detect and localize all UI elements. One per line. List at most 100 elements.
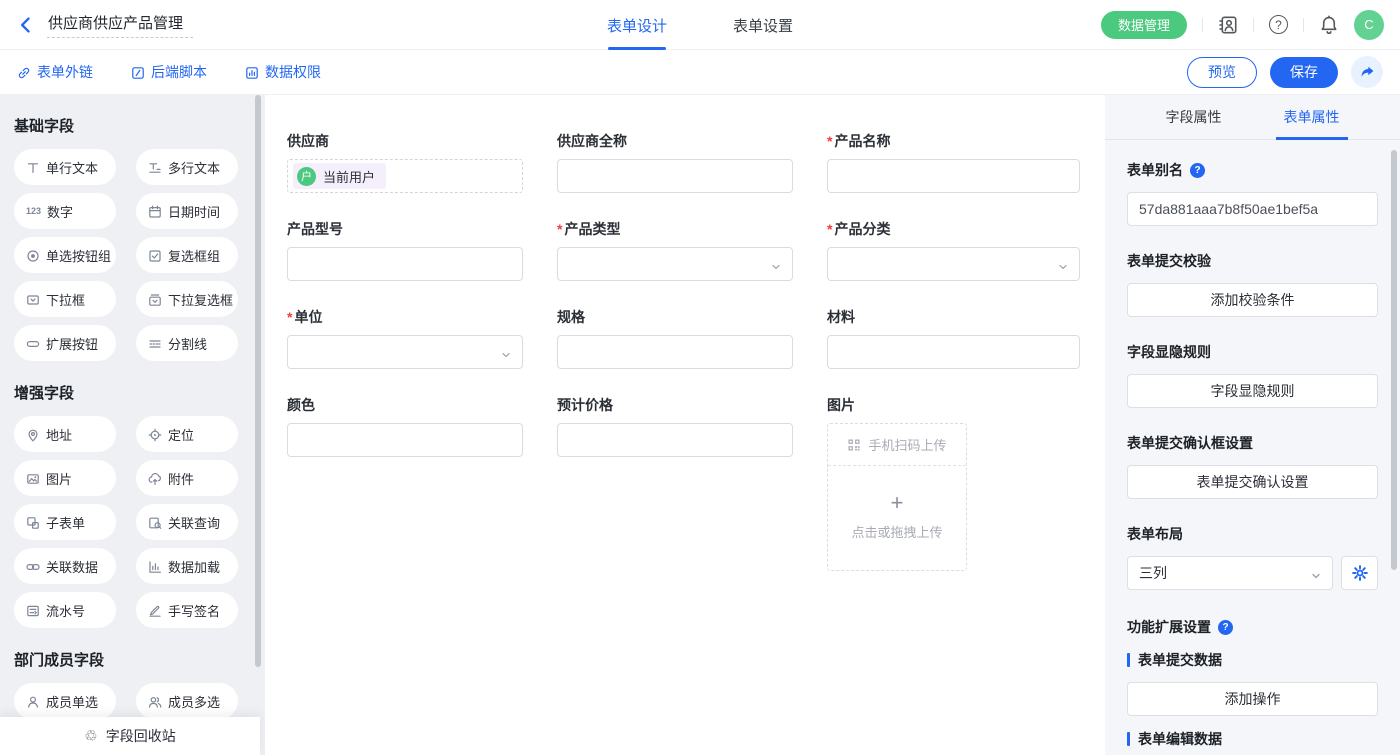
field-recycle-bin-button[interactable]: ♲ 字段回收站 <box>0 717 260 755</box>
palette-item-member-multi[interactable]: 成员多选 <box>136 683 238 719</box>
text-input[interactable] <box>827 159 1080 193</box>
supplier-default-value-box[interactable]: 户当前用户 <box>287 159 523 193</box>
canvas-field-input-10[interactable]: 预计价格 <box>557 397 793 457</box>
help-icon[interactable]: ? <box>1269 15 1288 34</box>
palette-item-locate[interactable]: 定位 <box>136 416 238 452</box>
palette-item-serial[interactable]: 流水号 <box>14 592 116 628</box>
palette-item-checkbox-group[interactable]: 复选框组 <box>136 237 238 273</box>
palette-item-member-single[interactable]: 成员单选 <box>14 683 116 719</box>
form-canvas: 供应商户当前用户供应商全称 *产品名称产品型号 *产品类型 *产品分类 *单位 规格 材料颜… <box>265 95 1105 755</box>
address-book-icon[interactable] <box>1218 15 1238 35</box>
text-input[interactable] <box>287 247 523 281</box>
palette-item-data-load[interactable]: 数据加载 <box>136 548 238 584</box>
panel-section: 字段显隐规则字段显隐规则 <box>1127 342 1378 408</box>
recycle-icon: ♲ <box>84 729 97 744</box>
palette-item-text-multi[interactable]: 多行文本 <box>136 149 238 185</box>
properties-panel: 字段属性 表单属性 表单别名? 表单提交校验添加校验条件字段显隐规则字段显隐规则… <box>1105 95 1400 755</box>
text-input[interactable] <box>557 423 793 457</box>
panel-section-heading: 表单提交确认框设置 <box>1127 433 1378 453</box>
palette-item-relate-data[interactable]: 关联数据 <box>14 548 116 584</box>
user-avatar[interactable]: C <box>1354 10 1384 40</box>
panel-tabs: 字段属性 表单属性 <box>1105 95 1400 140</box>
palette-item-select[interactable]: 下拉框 <box>14 281 116 317</box>
palette-item-divider[interactable]: 分割线 <box>136 325 238 361</box>
scan-upload-area[interactable]: 手机扫码上传 <box>828 424 966 466</box>
palette-item-subform[interactable]: 子表单 <box>14 504 116 540</box>
canvas-field-upload-11[interactable]: 图片手机扫码上传+点击或拖拽上传 <box>827 397 1080 571</box>
palette-item-label: 分割线 <box>168 334 207 353</box>
layout-select[interactable]: 三列 <box>1127 556 1333 590</box>
field-label-text: 图片 <box>827 397 855 414</box>
palette-item-number[interactable]: 123数字 <box>14 193 116 229</box>
toolbar-link-permission[interactable]: 数据权限 <box>245 62 321 82</box>
tab-form-properties[interactable]: 表单属性 <box>1280 95 1344 139</box>
select-input[interactable] <box>287 335 523 369</box>
text-input[interactable] <box>827 335 1080 369</box>
palette-item-label: 多行文本 <box>168 158 220 177</box>
tab-form-design[interactable]: 表单设计 <box>603 0 671 50</box>
canvas-field-input-9[interactable]: 颜色 <box>287 397 523 457</box>
select-input[interactable] <box>557 247 793 281</box>
field-label-text: 颜色 <box>287 397 315 414</box>
required-asterisk: * <box>287 309 292 326</box>
palette-item-signature[interactable]: 手写签名 <box>136 592 238 628</box>
toolbar-link-link[interactable]: 表单外链 <box>17 62 93 82</box>
toolbar-link-label: 表单外链 <box>37 62 93 82</box>
palette-item-address[interactable]: 地址 <box>14 416 116 452</box>
canvas-field-input-2[interactable]: *产品名称 <box>827 133 1080 193</box>
tab-field-properties[interactable]: 字段属性 <box>1162 95 1226 139</box>
extension-group-title: 表单提交数据 <box>1138 650 1222 670</box>
palette-item-attachment[interactable]: 附件 <box>136 460 238 496</box>
share-button[interactable] <box>1351 56 1383 88</box>
field-label-text: 预计价格 <box>557 397 613 414</box>
palette-section-title: 部门成员字段 <box>14 649 265 670</box>
chevron-down-icon <box>1309 567 1323 583</box>
palette-item-text-single[interactable]: 单行文本 <box>14 149 116 185</box>
field-label: 规格 <box>557 309 793 326</box>
panel-action-button-2[interactable]: 表单提交确认设置 <box>1127 465 1378 499</box>
palette-item-multi-select[interactable]: 下拉复选框 <box>136 281 238 317</box>
divider-icon <box>148 335 162 351</box>
panel-scrollbar-thumb[interactable] <box>1391 150 1397 570</box>
layout-settings-button[interactable] <box>1341 556 1378 590</box>
notification-bell-icon[interactable] <box>1319 15 1339 35</box>
palette-item-radio-group[interactable]: 单选按钮组 <box>14 237 116 273</box>
add-operation-button-0[interactable]: 添加操作 <box>1127 682 1378 716</box>
canvas-field-select-6[interactable]: *单位 <box>287 309 523 369</box>
palette-item-image[interactable]: 图片 <box>14 460 116 496</box>
canvas-field-input-8[interactable]: 材料 <box>827 309 1080 369</box>
palette-item-datetime[interactable]: 日期时间 <box>136 193 238 229</box>
palette-item-relate-query[interactable]: 关联查询 <box>136 504 238 540</box>
form-title[interactable]: 供应商供应产品管理 <box>47 11 193 38</box>
select-input[interactable] <box>827 247 1080 281</box>
canvas-field-input-7[interactable]: 规格 <box>557 309 793 369</box>
canvas-field-input-3[interactable]: 产品型号 <box>287 221 523 281</box>
canvas-field-tag-0[interactable]: 供应商户当前用户 <box>287 133 523 193</box>
palette-section-title: 基础字段 <box>14 115 265 136</box>
canvas-field-select-5[interactable]: *产品分类 <box>827 221 1080 281</box>
recycle-label: 字段回收站 <box>106 726 176 746</box>
palette-item-expand-button[interactable]: 扩展按钮 <box>14 325 116 361</box>
panel-action-button-1[interactable]: 字段显隐规则 <box>1127 374 1378 408</box>
text-input[interactable] <box>557 159 793 193</box>
palette-item-label: 地址 <box>46 425 72 444</box>
palette-scrollbar-thumb[interactable] <box>255 95 261 667</box>
form-alias-input[interactable] <box>1127 192 1378 226</box>
text-input[interactable] <box>287 423 523 457</box>
canvas-field-input-1[interactable]: 供应商全称 <box>557 133 793 193</box>
help-icon[interactable]: ? <box>1218 620 1233 635</box>
canvas-field-select-4[interactable]: *产品类型 <box>557 221 793 281</box>
panel-action-button-0[interactable]: 添加校验条件 <box>1127 283 1378 317</box>
text-input[interactable] <box>557 335 793 369</box>
tab-form-settings[interactable]: 表单设置 <box>729 0 797 50</box>
toolbar-link-script[interactable]: 后端脚本 <box>131 62 207 82</box>
chevron-down-icon <box>1056 258 1070 276</box>
signature-icon <box>148 602 162 618</box>
save-button[interactable]: 保存 <box>1270 57 1338 88</box>
text-single-icon <box>26 159 40 175</box>
help-icon[interactable]: ? <box>1190 163 1205 178</box>
drag-upload-area[interactable]: +点击或拖拽上传 <box>828 466 966 570</box>
data-manage-button[interactable]: 数据管理 <box>1101 11 1187 39</box>
preview-button[interactable]: 预览 <box>1187 57 1257 88</box>
back-button[interactable] <box>16 15 36 35</box>
